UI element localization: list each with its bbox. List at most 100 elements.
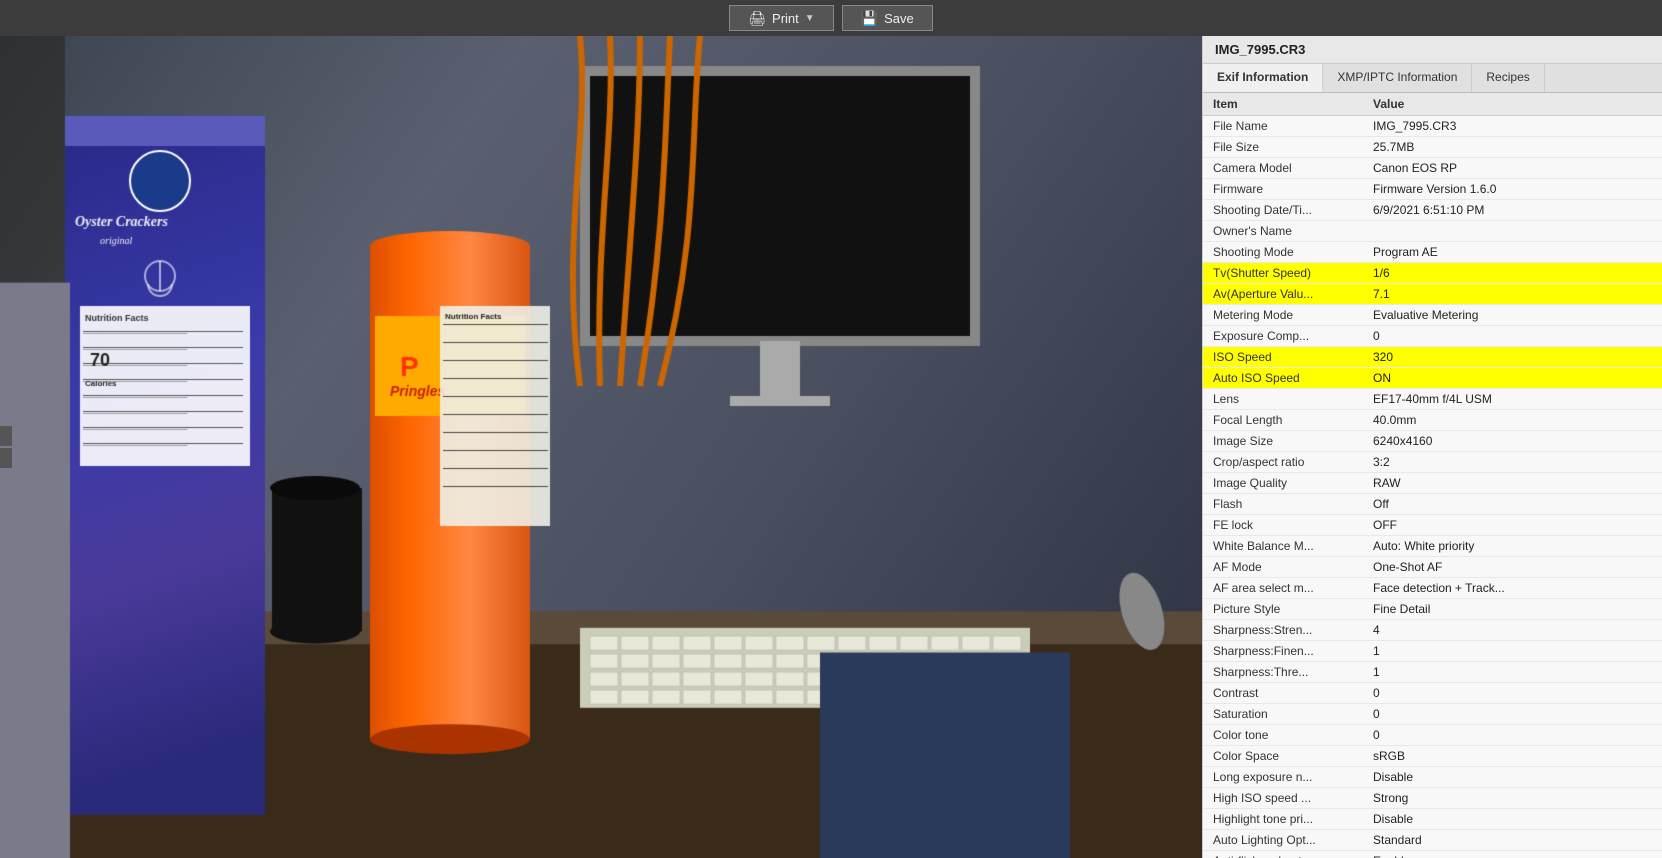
table-row: Av(Aperture Valu...7.1 <box>1203 284 1662 305</box>
exif-item: Tv(Shutter Speed) <box>1203 263 1363 284</box>
exif-value: 0 <box>1363 725 1662 746</box>
table-row: Owner's Name <box>1203 221 1662 242</box>
tab-xmp[interactable]: XMP/IPTC Information <box>1323 64 1472 92</box>
table-row: Image QualityRAW <box>1203 473 1662 494</box>
table-row: AF ModeOne-Shot AF <box>1203 557 1662 578</box>
exif-item: Shooting Mode <box>1203 242 1363 263</box>
exif-value <box>1363 221 1662 242</box>
exif-item: Camera Model <box>1203 158 1363 179</box>
col-value-header: Value <box>1363 93 1662 116</box>
exif-item: Owner's Name <box>1203 221 1363 242</box>
exif-item: Firmware <box>1203 179 1363 200</box>
left-tab-1[interactable] <box>0 426 12 446</box>
exif-item: Av(Aperture Valu... <box>1203 284 1363 305</box>
exif-value: 1 <box>1363 641 1662 662</box>
exif-container[interactable]: Item Value File NameIMG_7995.CR3File Siz… <box>1203 93 1662 858</box>
print-dropdown-arrow: ▼ <box>805 13 815 24</box>
exif-item: White Balance M... <box>1203 536 1363 557</box>
table-row: Sharpness:Stren...4 <box>1203 620 1662 641</box>
save-button[interactable]: 💾 Save <box>842 5 933 31</box>
exif-item: Auto Lighting Opt... <box>1203 830 1363 851</box>
table-row: Contrast0 <box>1203 683 1662 704</box>
filename-text: IMG_7995.CR3 <box>1215 42 1305 57</box>
exif-value: Disable <box>1363 809 1662 830</box>
exif-item: Flash <box>1203 494 1363 515</box>
exif-item: Highlight tone pri... <box>1203 809 1363 830</box>
table-row: White Balance M...Auto: White priority <box>1203 536 1662 557</box>
exif-value: 40.0mm <box>1363 410 1662 431</box>
save-icon: 💾 <box>861 10 878 27</box>
exif-value: Program AE <box>1363 242 1662 263</box>
exif-item: Lens <box>1203 389 1363 410</box>
exif-value: Evaluative Metering <box>1363 305 1662 326</box>
exif-value: 1 <box>1363 662 1662 683</box>
exif-item: Crop/aspect ratio <box>1203 452 1363 473</box>
print-icon: 🖨 <box>748 10 766 27</box>
exif-item: Auto ISO Speed <box>1203 368 1363 389</box>
table-row: Exposure Comp...0 <box>1203 326 1662 347</box>
exif-tbody: File NameIMG_7995.CR3File Size25.7MBCame… <box>1203 116 1662 858</box>
exif-value: Auto: White priority <box>1363 536 1662 557</box>
exif-value: 6/9/2021 6:51:10 PM <box>1363 200 1662 221</box>
exif-value: EF17-40mm f/4L USM <box>1363 389 1662 410</box>
table-row: Auto Lighting Opt...Standard <box>1203 830 1662 851</box>
table-row: ISO Speed320 <box>1203 347 1662 368</box>
exif-value: 7.1 <box>1363 284 1662 305</box>
exif-value: 25.7MB <box>1363 137 1662 158</box>
exif-value: 1/6 <box>1363 263 1662 284</box>
exif-value: 6240x4160 <box>1363 431 1662 452</box>
exif-item: Color Space <box>1203 746 1363 767</box>
table-row: Image Size6240x4160 <box>1203 431 1662 452</box>
left-tab-2[interactable] <box>0 448 12 468</box>
toolbar: 🖨 Print ▼ 💾 Save <box>0 0 1662 36</box>
exif-item: Anti-flicker shoot <box>1203 851 1363 858</box>
exif-value: 3:2 <box>1363 452 1662 473</box>
exif-value: 320 <box>1363 347 1662 368</box>
tab-exif[interactable]: Exif Information <box>1203 64 1323 92</box>
exif-value: IMG_7995.CR3 <box>1363 116 1662 137</box>
table-row: Anti-flicker shootEnable <box>1203 851 1662 858</box>
exif-item: AF area select m... <box>1203 578 1363 599</box>
table-row: Highlight tone pri...Disable <box>1203 809 1662 830</box>
table-row: Color SpacesRGB <box>1203 746 1662 767</box>
image-area <box>0 36 1202 858</box>
exif-header: Item Value <box>1203 93 1662 116</box>
table-row: FE lockOFF <box>1203 515 1662 536</box>
left-tabs <box>0 426 12 468</box>
exif-item: Image Quality <box>1203 473 1363 494</box>
table-row: High ISO speed ...Strong <box>1203 788 1662 809</box>
exif-item: Contrast <box>1203 683 1363 704</box>
tab-recipes[interactable]: Recipes <box>1472 64 1544 92</box>
table-row: Saturation0 <box>1203 704 1662 725</box>
exif-item: Long exposure n... <box>1203 767 1363 788</box>
exif-item: File Name <box>1203 116 1363 137</box>
exif-value: Strong <box>1363 788 1662 809</box>
exif-item: AF Mode <box>1203 557 1363 578</box>
exif-item: File Size <box>1203 137 1363 158</box>
table-row: Color tone0 <box>1203 725 1662 746</box>
main-content: IMG_7995.CR3 Exif Information XMP/IPTC I… <box>0 36 1662 858</box>
exif-value: ON <box>1363 368 1662 389</box>
exif-table: Item Value File NameIMG_7995.CR3File Siz… <box>1203 93 1662 858</box>
table-row: Picture StyleFine Detail <box>1203 599 1662 620</box>
exif-value: 0 <box>1363 326 1662 347</box>
exif-value: RAW <box>1363 473 1662 494</box>
table-row: FlashOff <box>1203 494 1662 515</box>
exif-item: Metering Mode <box>1203 305 1363 326</box>
table-row: Sharpness:Finen...1 <box>1203 641 1662 662</box>
print-button[interactable]: 🖨 Print ▼ <box>729 5 833 31</box>
exif-item: ISO Speed <box>1203 347 1363 368</box>
exif-value: One-Shot AF <box>1363 557 1662 578</box>
table-row: LensEF17-40mm f/4L USM <box>1203 389 1662 410</box>
exif-item: Sharpness:Thre... <box>1203 662 1363 683</box>
filename-bar: IMG_7995.CR3 <box>1203 36 1662 64</box>
exif-item: Sharpness:Finen... <box>1203 641 1363 662</box>
exif-value: OFF <box>1363 515 1662 536</box>
col-item-header: Item <box>1203 93 1363 116</box>
exif-value: Canon EOS RP <box>1363 158 1662 179</box>
exif-value: Off <box>1363 494 1662 515</box>
exif-value: 0 <box>1363 683 1662 704</box>
exif-item: Picture Style <box>1203 599 1363 620</box>
exif-item: Sharpness:Stren... <box>1203 620 1363 641</box>
table-row: Long exposure n...Disable <box>1203 767 1662 788</box>
